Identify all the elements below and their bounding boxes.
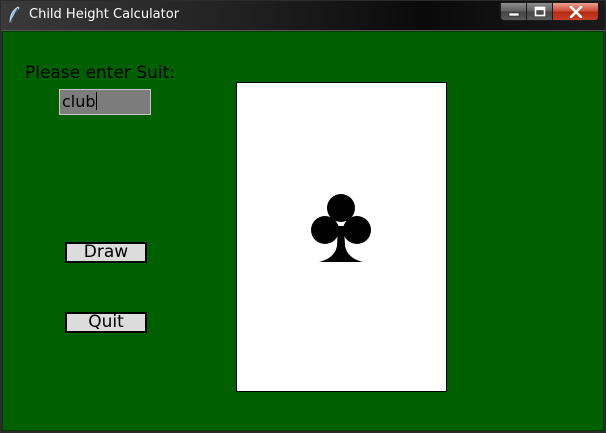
playing-card [236,82,447,392]
title-bar[interactable]: Child Height Calculator [1,1,605,31]
text-caret [95,92,97,110]
close-icon [569,5,582,18]
window-title: Child Height Calculator [29,7,180,22]
suit-input[interactable]: club [59,89,151,115]
suit-input-text: club [62,92,96,111]
draw-button[interactable]: Draw [65,242,147,263]
quit-button[interactable]: Quit [65,312,147,333]
maximize-button[interactable] [526,2,552,21]
canvas-area: Please enter Suit: club Draw Quit [2,31,604,431]
caption-buttons [500,2,599,21]
minimize-button[interactable] [500,2,526,21]
suit-prompt-label: Please enter Suit: [25,63,176,83]
feather-icon [9,6,20,24]
maximize-icon [534,6,545,17]
close-button[interactable] [552,2,599,21]
minimize-icon [508,12,519,16]
app-window: Child Height Calculator Please enter Sui… [0,0,606,433]
club-icon [311,194,371,262]
